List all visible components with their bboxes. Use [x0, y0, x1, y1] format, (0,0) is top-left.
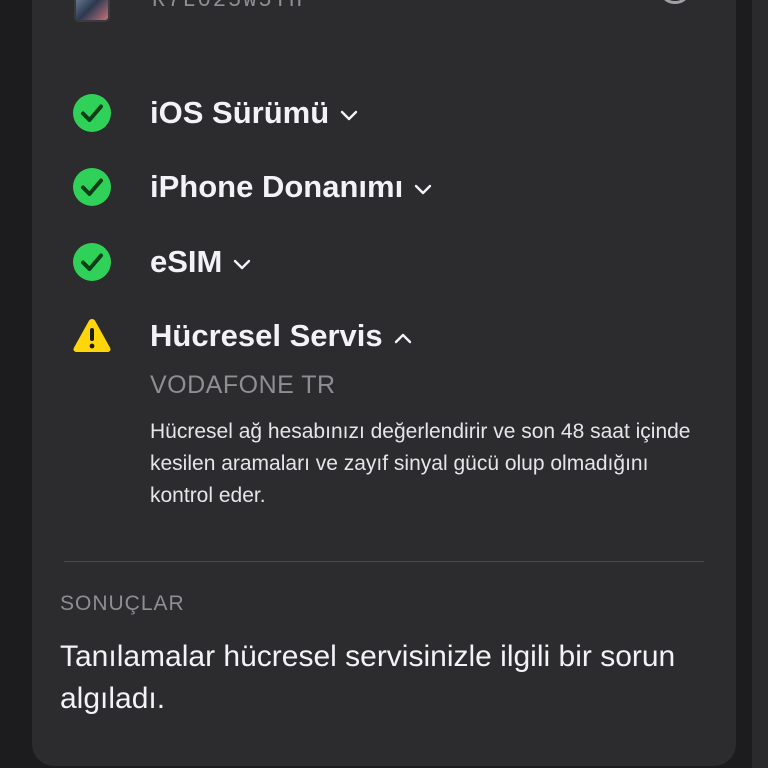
divider: [64, 561, 704, 562]
check-title-row: Hücresel Servis: [150, 318, 413, 354]
results-header: SONUÇLAR: [60, 592, 185, 615]
check-title-row: iOS Sürümü: [150, 95, 359, 131]
chevron-down-icon[interactable]: [232, 254, 252, 274]
warning-triangle-icon: [73, 319, 111, 352]
device-thumbnail-icon: [74, 0, 110, 22]
checkmark-circle-icon: [73, 94, 111, 132]
carrier-name: VODAFONE TR: [150, 371, 336, 399]
serial-number: R7L025W5YH: [152, 0, 305, 13]
chevron-down-icon[interactable]: [413, 179, 433, 199]
chevron-up-icon[interactable]: [393, 328, 413, 348]
diagnostics-screen: R7L025W5YH iOS Sürümü iPhone Donanımı eS…: [0, 0, 768, 768]
check-title: eSIM: [150, 244, 223, 279]
chevron-down-icon[interactable]: [339, 105, 359, 125]
check-title: iOS Sürümü: [150, 95, 330, 130]
checkmark-circle-icon: [73, 168, 111, 206]
check-row-iphone-hardware[interactable]: iPhone Donanımı: [0, 167, 768, 217]
checkmark-circle-icon: [73, 243, 111, 281]
check-title-row: eSIM: [150, 244, 252, 280]
check-title: Hücresel Servis: [150, 318, 383, 353]
check-row-esim[interactable]: eSIM: [0, 242, 768, 292]
cellular-description: Hücresel ağ hesabınızı değerlendirir ve …: [150, 420, 691, 507]
check-title-row: iPhone Donanımı: [150, 169, 433, 205]
check-row-ios-version[interactable]: iOS Sürümü: [0, 93, 768, 143]
check-title: iPhone Donanımı: [150, 169, 404, 204]
results-message: Tanılamalar hücresel servisinizle ilgili…: [60, 640, 676, 715]
check-row-cellular-service[interactable]: Hücresel Servis: [0, 316, 768, 366]
